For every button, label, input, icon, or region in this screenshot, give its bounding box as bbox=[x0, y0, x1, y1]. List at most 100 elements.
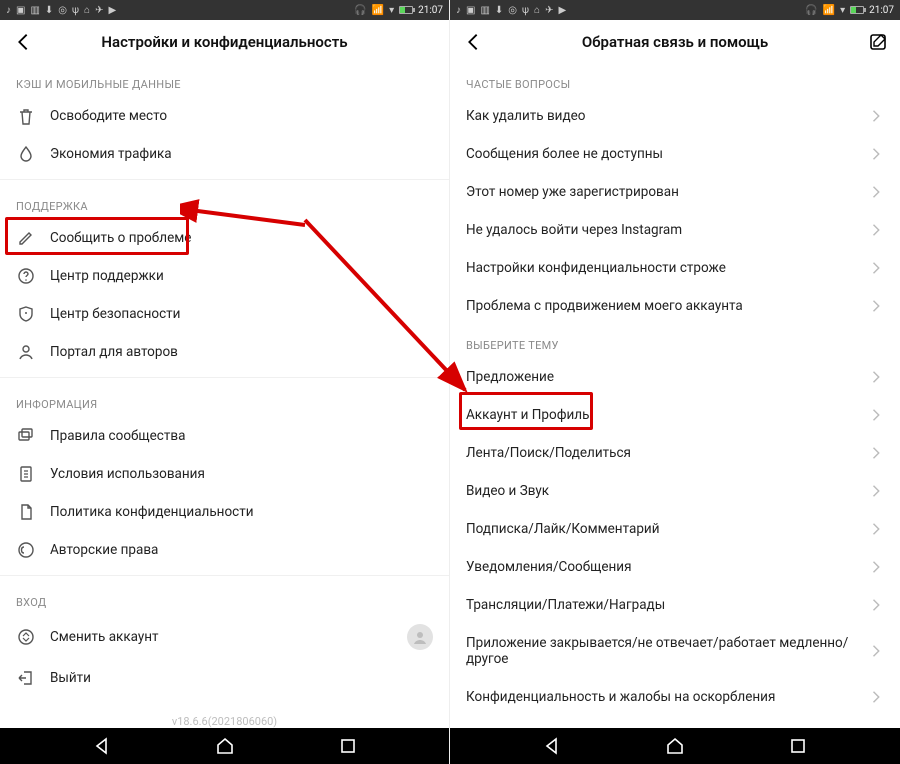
row-topic-notifications[interactable]: Уведомления/Сообщения bbox=[450, 548, 900, 586]
row-switch-account[interactable]: Сменить аккаунт bbox=[0, 615, 449, 659]
row-faq-msg-unavailable[interactable]: Сообщения более не доступны bbox=[450, 135, 900, 173]
row-label: Не удалось войти через Instagram bbox=[466, 222, 870, 238]
row-guidelines[interactable]: Правила сообщества bbox=[0, 417, 449, 455]
person-icon bbox=[16, 342, 36, 362]
section-info: ИНФОРМАЦИЯ bbox=[0, 384, 449, 417]
row-logout[interactable]: Выйти bbox=[0, 659, 449, 697]
row-help-center[interactable]: Центр поддержки bbox=[0, 257, 449, 295]
section-support: ПОДДЕРЖКА bbox=[0, 186, 449, 219]
row-faq-number-registered[interactable]: Этот номер уже зарегистрирован bbox=[450, 173, 900, 211]
row-topic-video-sound[interactable]: Видео и Звук bbox=[450, 472, 900, 510]
page-title: Обратная связь и помощь bbox=[450, 33, 900, 51]
chevron-right-icon bbox=[870, 484, 884, 498]
row-label: Центр поддержки bbox=[50, 268, 164, 284]
back-icon[interactable] bbox=[12, 31, 34, 53]
row-label: Лента/Поиск/Поделиться bbox=[466, 445, 870, 461]
chevron-right-icon bbox=[870, 598, 884, 612]
chevron-right-icon bbox=[870, 446, 884, 460]
row-topic-account-profile[interactable]: Аккаунт и Профиль bbox=[450, 396, 900, 434]
row-topic-feed[interactable]: Лента/Поиск/Поделиться bbox=[450, 434, 900, 472]
compose-icon[interactable] bbox=[868, 32, 888, 52]
android-nav-bar bbox=[0, 728, 449, 764]
chevron-right-icon bbox=[870, 370, 884, 384]
row-label: Сообщить о проблеме bbox=[50, 230, 191, 246]
row-topic-suggestion[interactable]: Предложение bbox=[450, 358, 900, 396]
logout-icon bbox=[16, 668, 36, 688]
row-data-saver[interactable]: Экономия трафика bbox=[0, 135, 449, 173]
row-privacy[interactable]: Политика конфиденциальности bbox=[0, 493, 449, 531]
doc-icon bbox=[16, 464, 36, 484]
left-content: КЭШ И МОБИЛЬНЫЕ ДАННЫЕ Освободите место … bbox=[0, 64, 449, 728]
section-login: ВХОД bbox=[0, 582, 449, 615]
row-label: Настройки конфиденциальности строже bbox=[466, 260, 870, 276]
avatar bbox=[407, 624, 433, 650]
row-creator-portal[interactable]: Портал для авторов bbox=[0, 333, 449, 371]
chevron-right-icon bbox=[870, 690, 884, 704]
status-time: 21:07 bbox=[869, 5, 894, 16]
nav-back-icon[interactable] bbox=[92, 736, 112, 756]
row-faq-privacy-stricter[interactable]: Настройки конфиденциальности строже bbox=[450, 249, 900, 287]
row-label: Конфиденциальность и жалобы на оскорблен… bbox=[466, 689, 870, 705]
row-faq-instagram[interactable]: Не удалось войти через Instagram bbox=[450, 211, 900, 249]
switch-icon bbox=[16, 627, 36, 647]
shield-icon bbox=[16, 304, 36, 324]
row-topic-streams[interactable]: Трансляции/Платежи/Награды bbox=[450, 586, 900, 624]
chevron-right-icon bbox=[870, 185, 884, 199]
row-label: Сменить аккаунт bbox=[50, 629, 159, 645]
row-label: Авторские права bbox=[50, 542, 158, 558]
row-label: Проблема с продвижением моего аккаунта bbox=[466, 298, 870, 314]
pencil-icon bbox=[16, 228, 36, 248]
row-topic-app-issues[interactable]: Приложение закрывается/не отвечает/работ… bbox=[450, 624, 900, 678]
row-terms[interactable]: Условия использования bbox=[0, 455, 449, 493]
nav-recent-icon[interactable] bbox=[788, 736, 808, 756]
version-label: v18.6.6(2021806060) bbox=[0, 697, 449, 728]
row-copyright[interactable]: Авторские права bbox=[0, 531, 449, 569]
divider bbox=[0, 575, 449, 576]
status-time: 21:07 bbox=[418, 5, 443, 16]
row-topic-sub-like-comment[interactable]: Подписка/Лайк/Комментарий bbox=[450, 510, 900, 548]
row-label: Центр безопасности bbox=[50, 306, 180, 322]
section-faq: ЧАСТЫЕ ВОПРОСЫ bbox=[450, 64, 900, 97]
status-bar: ♪▣▥⬇◎ψ⌂✈▶ 🎧📶▾ 21:07 bbox=[450, 0, 900, 20]
help-screen: ♪▣▥⬇◎ψ⌂✈▶ 🎧📶▾ 21:07 Обратная связь и пом… bbox=[450, 0, 900, 764]
row-label: Этот номер уже зарегистрирован bbox=[466, 184, 870, 200]
help-icon bbox=[16, 266, 36, 286]
chevron-right-icon bbox=[870, 408, 884, 422]
row-label: Портал для авторов bbox=[50, 344, 178, 360]
drop-icon bbox=[16, 144, 36, 164]
chevron-right-icon bbox=[870, 522, 884, 536]
status-bar: ♪▣▥⬇◎ψ⌂✈▶ 🎧📶▾ 21:07 bbox=[0, 0, 449, 20]
chevron-right-icon bbox=[870, 109, 884, 123]
page-title: Настройки и конфиденциальность bbox=[0, 33, 449, 51]
chevron-right-icon bbox=[870, 560, 884, 574]
row-label: Трансляции/Платежи/Награды bbox=[466, 597, 870, 613]
row-report-problem[interactable]: Сообщить о проблеме bbox=[0, 219, 449, 257]
row-label: Экономия трафика bbox=[50, 146, 172, 162]
row-faq-delete-video[interactable]: Как удалить видео bbox=[450, 97, 900, 135]
right-content: ЧАСТЫЕ ВОПРОСЫ Как удалить видео Сообщен… bbox=[450, 64, 900, 728]
nav-home-icon[interactable] bbox=[665, 736, 685, 756]
row-label: Как удалить видео bbox=[466, 108, 870, 124]
copyright-icon bbox=[16, 540, 36, 560]
row-safety-center[interactable]: Центр безопасности bbox=[0, 295, 449, 333]
nav-back-icon[interactable] bbox=[542, 736, 562, 756]
row-label: Условия использования bbox=[50, 466, 205, 482]
divider bbox=[0, 179, 449, 180]
chevron-right-icon bbox=[870, 223, 884, 237]
nav-recent-icon[interactable] bbox=[338, 736, 358, 756]
nav-home-icon[interactable] bbox=[215, 736, 235, 756]
section-cache: КЭШ И МОБИЛЬНЫЕ ДАННЫЕ bbox=[0, 64, 449, 97]
chevron-right-icon bbox=[870, 147, 884, 161]
app-header-left: Настройки и конфиденциальность bbox=[0, 20, 449, 64]
settings-screen: ♪▣▥⬇◎ψ⌂✈▶ 🎧📶▾ 21:07 Настройки и конфиден… bbox=[0, 0, 450, 764]
chevron-right-icon bbox=[870, 261, 884, 275]
trash-icon bbox=[16, 106, 36, 126]
row-label: Аккаунт и Профиль bbox=[466, 407, 870, 423]
back-icon[interactable] bbox=[462, 31, 484, 53]
row-free-space[interactable]: Освободите место bbox=[0, 97, 449, 135]
row-label: Правила сообщества bbox=[50, 428, 185, 444]
row-topic-privacy-abuse[interactable]: Конфиденциальность и жалобы на оскорблен… bbox=[450, 678, 900, 716]
row-label: Подписка/Лайк/Комментарий bbox=[466, 521, 870, 537]
row-label: Видео и Звук bbox=[466, 483, 870, 499]
row-faq-promo[interactable]: Проблема с продвижением моего аккаунта bbox=[450, 287, 900, 325]
